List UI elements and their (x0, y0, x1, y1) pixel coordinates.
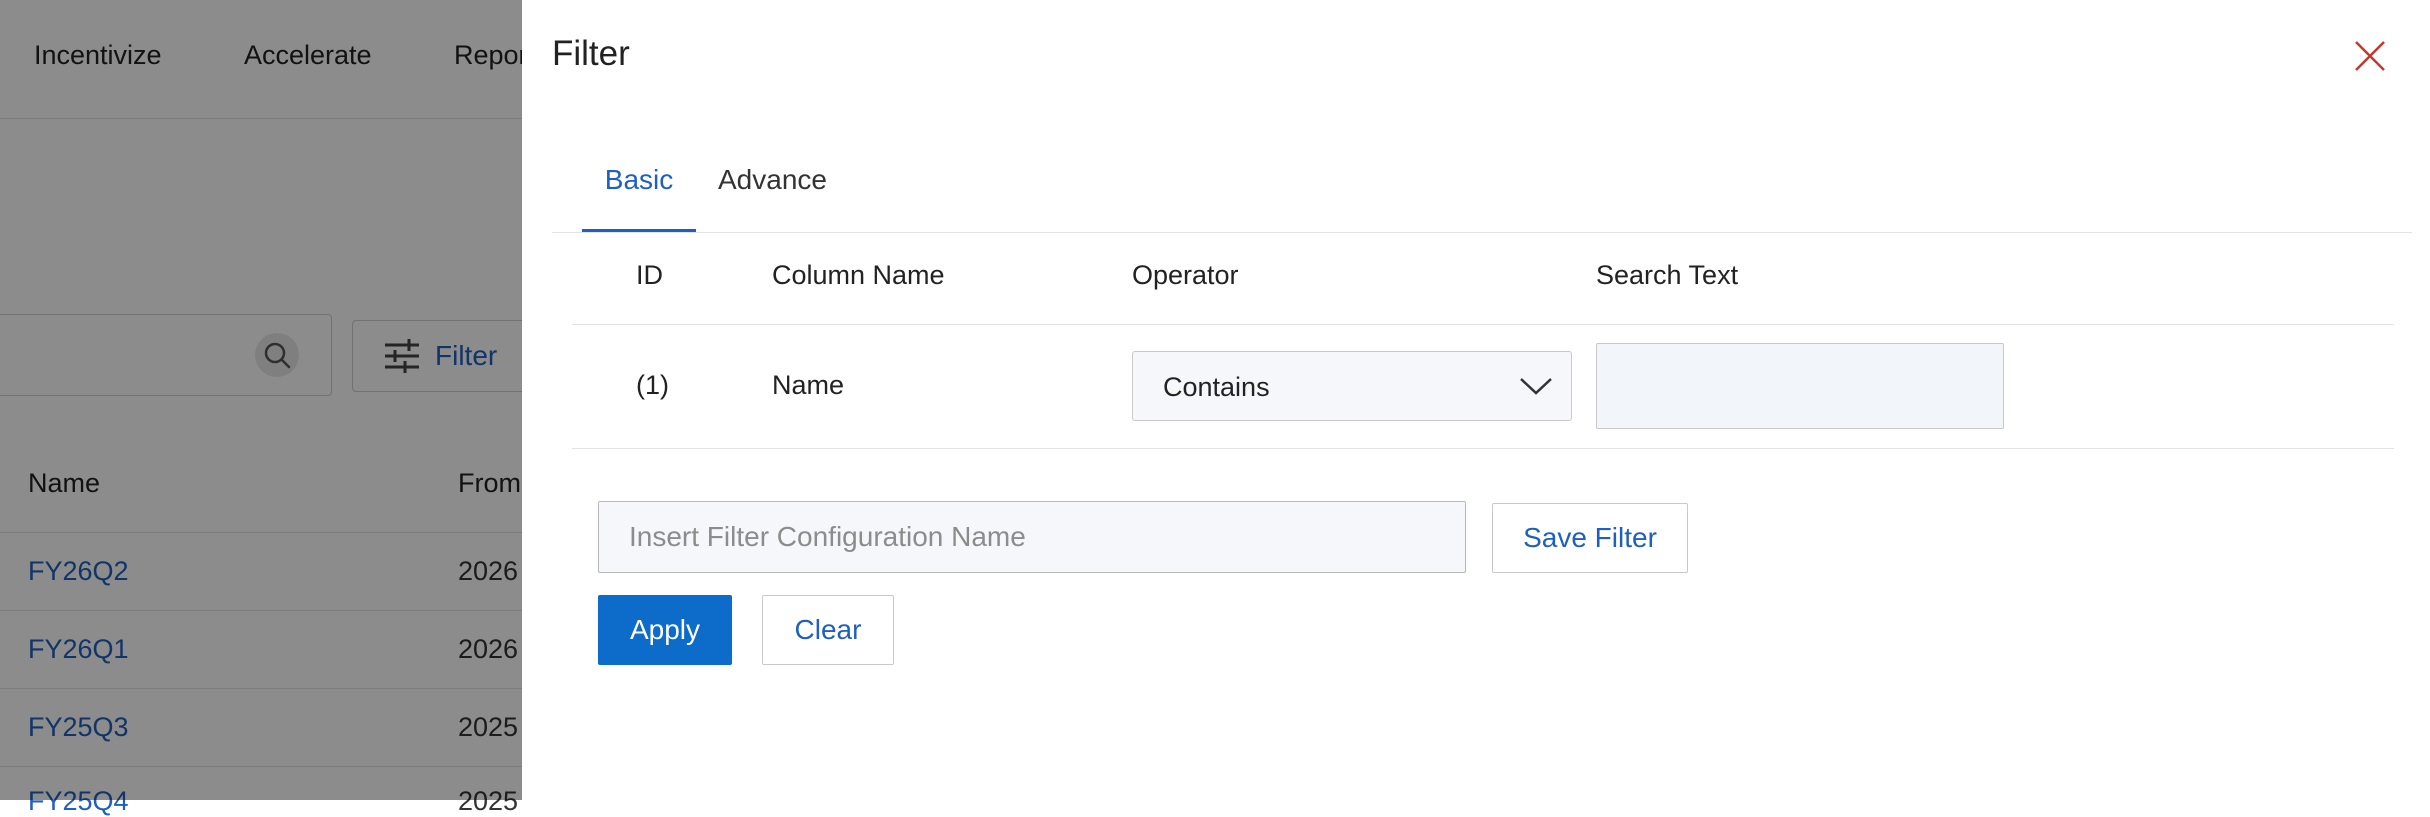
header-search-text: Search Text (1596, 260, 1739, 290)
tab-advance[interactable]: Advance (718, 164, 827, 232)
header-operator: Operator (1132, 260, 1239, 290)
filter-config-name-input[interactable] (598, 501, 1466, 573)
operator-select[interactable]: Contains (1132, 351, 1572, 421)
filter-drawer: Filter Basic Advance ID Column Name Oper… (522, 0, 2430, 800)
header-id: ID (636, 260, 663, 290)
drawer-title: Filter (552, 34, 630, 73)
filter-grid-row: (1) Name Contains (572, 324, 2394, 449)
header-column-name: Column Name (772, 260, 945, 290)
operator-select-value: Contains (1163, 372, 1270, 402)
row-id: (1) (636, 370, 669, 400)
chevron-down-icon (1519, 376, 1553, 401)
search-text-input[interactable] (1596, 343, 2004, 429)
save-filter-button[interactable]: Save Filter (1492, 503, 1688, 573)
modal-backdrop[interactable] (0, 0, 522, 800)
row-column-name: Name (772, 370, 845, 400)
apply-button[interactable]: Apply (598, 595, 732, 665)
clear-button[interactable]: Clear (762, 595, 894, 665)
filter-grid-header: ID Column Name Operator Search Text (572, 232, 2394, 325)
close-button[interactable] (2350, 36, 2390, 76)
filter-tabs: Basic Advance (552, 150, 2412, 233)
tab-basic[interactable]: Basic (582, 164, 696, 232)
close-icon[interactable] (2350, 41, 2390, 80)
